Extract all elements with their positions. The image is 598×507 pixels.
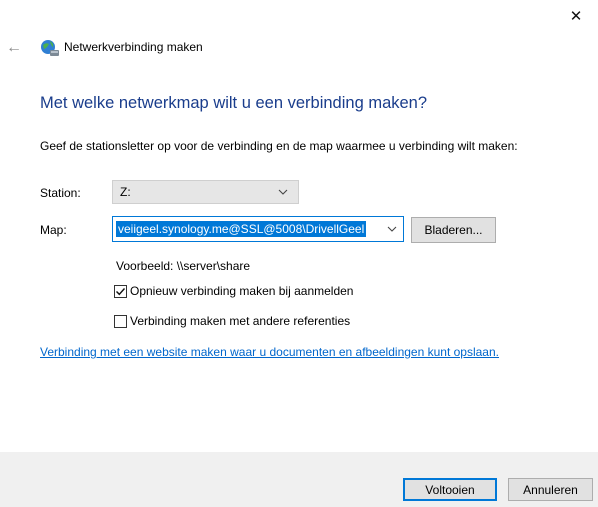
close-icon: ✕ <box>569 8 583 25</box>
checkmark-icon <box>116 287 126 295</box>
map-combobox[interactable]: veiigeel.synology.me@SSL@5008\DrivellGee… <box>112 216 404 242</box>
map-input[interactable]: veiigeel.synology.me@SSL@5008\DrivellGee… <box>116 221 367 237</box>
reconnect-checkbox-label: Opnieuw verbinding maken bij aanmelden <box>130 284 354 298</box>
credentials-checkbox-row[interactable]: Verbinding maken met andere referenties <box>114 312 350 330</box>
page-heading: Met welke netwerkmap wilt u een verbindi… <box>40 94 428 112</box>
station-label: Station: <box>40 186 81 200</box>
back-arrow-icon: ← <box>6 39 22 56</box>
credentials-checkbox[interactable] <box>114 314 127 328</box>
back-button[interactable]: ← <box>4 38 24 58</box>
station-value: Z: <box>120 185 131 199</box>
network-drive-icon <box>41 40 59 56</box>
credentials-checkbox-label: Verbinding maken met andere referenties <box>130 314 351 328</box>
map-label: Map: <box>40 223 67 237</box>
chevron-down-icon <box>278 189 288 195</box>
finish-button[interactable]: Voltooien <box>403 478 497 501</box>
cancel-button[interactable]: Annuleren <box>508 478 593 501</box>
close-button[interactable]: ✕ <box>554 0 598 32</box>
instruction-text: Geef de stationsletter op voor de verbin… <box>40 139 518 153</box>
wizard-title: Netwerkverbinding maken <box>64 40 203 54</box>
chevron-down-icon[interactable] <box>387 224 397 234</box>
website-link[interactable]: Verbinding met een website maken waar u … <box>40 345 499 359</box>
reconnect-checkbox[interactable] <box>114 284 127 298</box>
example-text: Voorbeeld: \\server\share <box>116 259 251 273</box>
reconnect-checkbox-row[interactable]: Opnieuw verbinding maken bij aanmelden <box>114 282 353 300</box>
station-dropdown[interactable]: Z: <box>112 180 299 204</box>
browse-button[interactable]: Bladeren... <box>411 217 496 243</box>
